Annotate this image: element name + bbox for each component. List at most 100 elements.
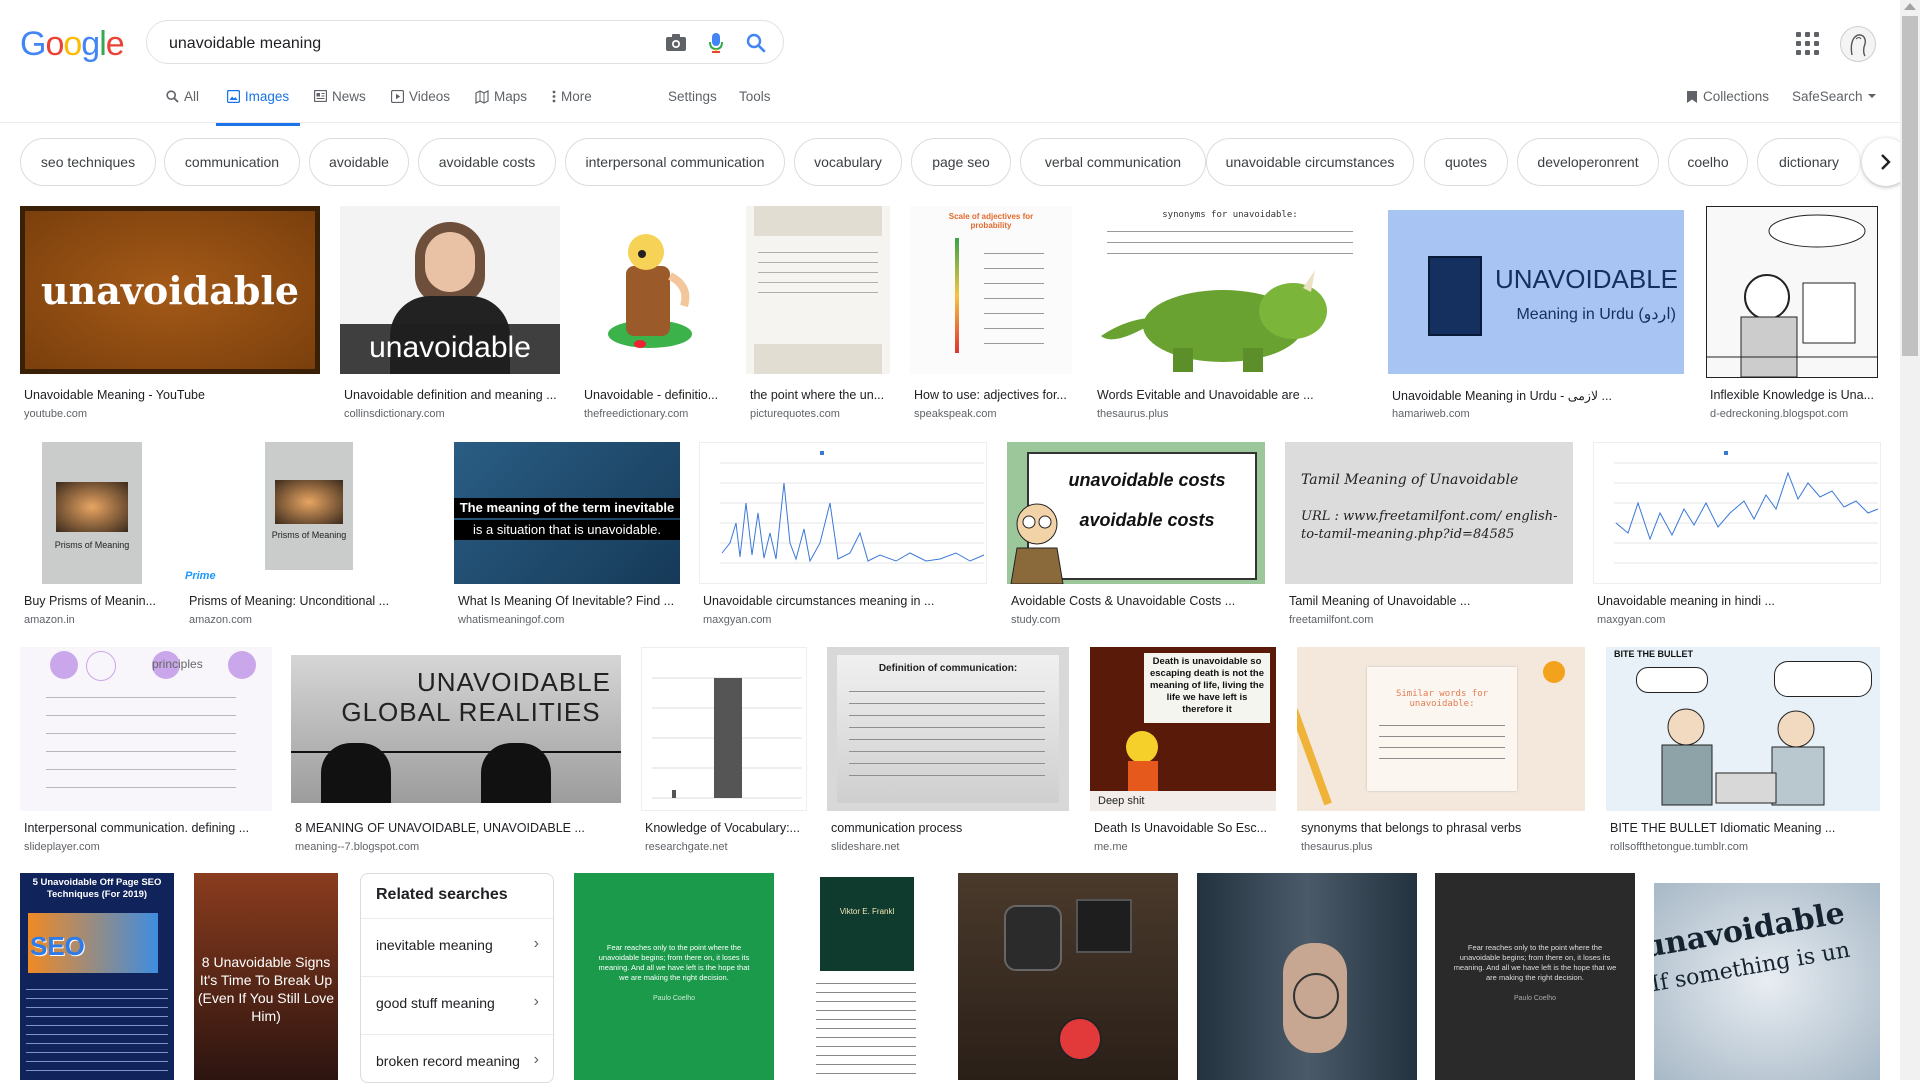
result-title[interactable]: Buy Prisms of Meanin... xyxy=(24,594,170,608)
result-title[interactable]: Words Evitable and Unavoidable are ... xyxy=(1097,388,1367,402)
result-thumbnail[interactable]: Viktor E. Frankl xyxy=(794,873,938,1080)
avatar[interactable] xyxy=(1840,26,1876,62)
image-result[interactable]: Prisms of Meaning Prime Prisms of Meanin… xyxy=(185,442,435,632)
result-title[interactable]: Unavoidable - definitio... xyxy=(584,388,724,402)
result-title[interactable]: Avoidable Costs & Unavoidable Costs ... xyxy=(1011,594,1267,608)
collections-link[interactable]: Collections xyxy=(1686,89,1769,123)
search-input[interactable] xyxy=(167,31,641,57)
search-box[interactable] xyxy=(146,20,784,64)
result-thumbnail[interactable] xyxy=(1197,873,1417,1080)
result-thumbnail[interactable]: 8 Unavoidable Signs It's Time To Break U… xyxy=(194,873,338,1080)
result-source[interactable]: study.com xyxy=(1011,614,1267,626)
result-title[interactable]: Prisms of Meaning: Unconditional ... xyxy=(189,594,435,608)
result-thumbnail[interactable]: Definition of communication: xyxy=(827,647,1069,811)
search-icon[interactable] xyxy=(743,30,769,56)
image-result[interactable]: Tamil Meaning of Unavoidable URL : www.f… xyxy=(1285,442,1575,632)
result-title[interactable]: Knowledge of Vocabulary:... xyxy=(645,821,809,835)
result-title[interactable]: communication process xyxy=(831,821,1071,835)
image-result[interactable]: The meaning of the term inevitable is a … xyxy=(454,442,682,632)
result-thumbnail[interactable]: The meaning of the term inevitable is a … xyxy=(454,442,680,584)
safesearch-dropdown[interactable]: SafeSearch xyxy=(1792,89,1876,123)
result-thumbnail[interactable]: unavoidable xyxy=(20,206,320,374)
image-result[interactable]: Inflexible Knowledge is Una... d-edrecko… xyxy=(1706,206,1882,428)
result-thumbnail[interactable] xyxy=(1706,206,1878,378)
image-result[interactable]: unavoidable Unavoidable Meaning - YouTub… xyxy=(20,206,322,428)
image-result[interactable]: Unavoidable meaning in hindi ... maxgyan… xyxy=(1593,442,1883,632)
result-thumbnail[interactable] xyxy=(699,442,987,584)
result-source[interactable]: rollsoffthetongue.tumblr.com xyxy=(1610,841,1882,853)
image-result[interactable]: Viktor E. Frankl xyxy=(794,873,940,1080)
result-source[interactable]: hamariweb.com xyxy=(1392,408,1684,420)
result-title[interactable]: Death Is Unavoidable So Esc... xyxy=(1094,821,1278,835)
result-thumbnail[interactable] xyxy=(1593,442,1881,584)
image-result[interactable]: Knowledge of Vocabulary:... researchgate… xyxy=(641,647,809,859)
image-result[interactable]: synonyms for unavoidable: Words Evitable… xyxy=(1093,206,1369,428)
result-thumbnail[interactable] xyxy=(641,647,807,811)
result-thumbnail[interactable]: Prisms of Meaning Prime xyxy=(185,442,433,584)
image-result[interactable]: UNAVOIDABLE Meaning in Urdu (اردو) Unavo… xyxy=(1388,206,1686,428)
result-source[interactable]: whatismeaningof.com xyxy=(458,614,682,626)
image-result[interactable]: Unavoidable circumstances meaning in ...… xyxy=(699,442,989,632)
image-result[interactable]: Scale of adjectives for probability How … xyxy=(910,206,1074,428)
image-result[interactable]: unavoidable If something is un xyxy=(1654,873,1882,1080)
camera-icon[interactable] xyxy=(663,30,689,56)
tab-maps[interactable]: Maps xyxy=(475,89,527,123)
result-source[interactable]: researchgate.net xyxy=(645,841,809,853)
result-source[interactable]: maxgyan.com xyxy=(703,614,989,626)
chip-filter[interactable]: unavoidable circumstances xyxy=(1206,138,1414,186)
result-title[interactable]: the point where the un... xyxy=(750,388,890,402)
result-thumbnail[interactable]: UNAVOIDABLE Meaning in Urdu (اردو) xyxy=(1388,206,1684,374)
chip-filter[interactable]: quotes xyxy=(1424,138,1508,186)
image-result[interactable]: Death is unavoidable so escaping death i… xyxy=(1090,647,1278,859)
result-title[interactable]: Unavoidable Meaning in Urdu - لازمی ... xyxy=(1392,388,1684,403)
result-title[interactable]: synonyms that belongs to phrasal verbs xyxy=(1301,821,1587,835)
result-thumbnail[interactable] xyxy=(958,873,1178,1080)
result-source[interactable]: collinsdictionary.com xyxy=(344,408,560,420)
microphone-icon[interactable] xyxy=(703,30,729,56)
settings-link[interactable]: Settings xyxy=(668,89,717,123)
image-result[interactable]: unavoidable Unavoidable definition and m… xyxy=(340,206,562,428)
result-title[interactable]: 8 MEANING OF UNAVOIDABLE, UNAVOIDABLE ..… xyxy=(295,821,623,835)
chip-filter[interactable]: interpersonal communication xyxy=(565,138,785,186)
chip-filter[interactable]: communication xyxy=(164,138,300,186)
image-result[interactable]: unavoidable costs avoidable costs Avoida… xyxy=(1007,442,1267,632)
result-thumbnail[interactable] xyxy=(746,206,890,374)
result-title[interactable]: What Is Meaning Of Inevitable? Find ... xyxy=(458,594,682,608)
chip-filter[interactable]: avoidable xyxy=(309,138,409,186)
chip-filter[interactable]: developeronrent xyxy=(1517,138,1659,186)
result-source[interactable]: slideplayer.com xyxy=(24,841,274,853)
result-thumbnail[interactable]: principles xyxy=(20,647,272,811)
result-source[interactable]: slideshare.net xyxy=(831,841,1071,853)
result-source[interactable]: freetamilfont.com xyxy=(1289,614,1575,626)
result-thumbnail[interactable]: 5 Unavoidable Off Page SEO Techniques (F… xyxy=(20,873,174,1080)
image-result[interactable]: Similar words for unavoidable: synonyms … xyxy=(1297,647,1587,859)
tab-more[interactable]: More xyxy=(552,89,592,123)
result-thumbnail[interactable]: unavoidable costs avoidable costs xyxy=(1007,442,1265,584)
apps-grid-icon[interactable] xyxy=(1794,30,1820,56)
scrollbar-thumb[interactable] xyxy=(1902,16,1918,356)
result-title[interactable]: Unavoidable circumstances meaning in ... xyxy=(703,594,989,608)
result-thumbnail[interactable]: Fear reaches only to the point where the… xyxy=(1435,873,1635,1080)
result-source[interactable]: me.me xyxy=(1094,841,1278,853)
result-thumbnail[interactable]: Fear reaches only to the point where the… xyxy=(574,873,774,1080)
result-thumbnail[interactable]: unavoidable If something is un xyxy=(1654,883,1880,1080)
image-result[interactable]: 5 Unavoidable Off Page SEO Techniques (F… xyxy=(20,873,176,1080)
image-result[interactable]: Fear reaches only to the point where the… xyxy=(1435,873,1637,1080)
result-thumbnail[interactable]: Death is unavoidable so escaping death i… xyxy=(1090,647,1276,811)
result-source[interactable]: picturequotes.com xyxy=(750,408,890,420)
result-thumbnail[interactable] xyxy=(580,206,724,374)
result-source[interactable]: speakspeak.com xyxy=(914,408,1072,420)
result-thumbnail[interactable]: Prisms of Meaning xyxy=(42,442,142,584)
result-title[interactable]: How to use: adjectives for... xyxy=(914,388,1072,402)
image-result[interactable]: BITE THE BULLET BITE THE BULLET Idiomati… xyxy=(1606,647,1882,859)
image-result[interactable] xyxy=(1197,873,1419,1080)
image-result[interactable]: Unavoidable - definitio... thefreedictio… xyxy=(580,206,726,428)
result-thumbnail[interactable]: Scale of adjectives for probability xyxy=(910,206,1072,374)
result-source[interactable]: d-edreckoning.blogspot.com xyxy=(1710,408,1882,420)
chip-filter[interactable]: verbal communication xyxy=(1020,138,1206,186)
result-source[interactable]: youtube.com xyxy=(24,408,320,420)
image-result[interactable]: UNAVOIDABLE GLOBAL REALITIES 8 MEANING O… xyxy=(291,647,623,859)
tab-images[interactable]: Images xyxy=(216,89,300,126)
result-thumbnail[interactable]: unavoidable xyxy=(340,206,560,374)
result-source[interactable]: thesaurus.plus xyxy=(1097,408,1367,420)
